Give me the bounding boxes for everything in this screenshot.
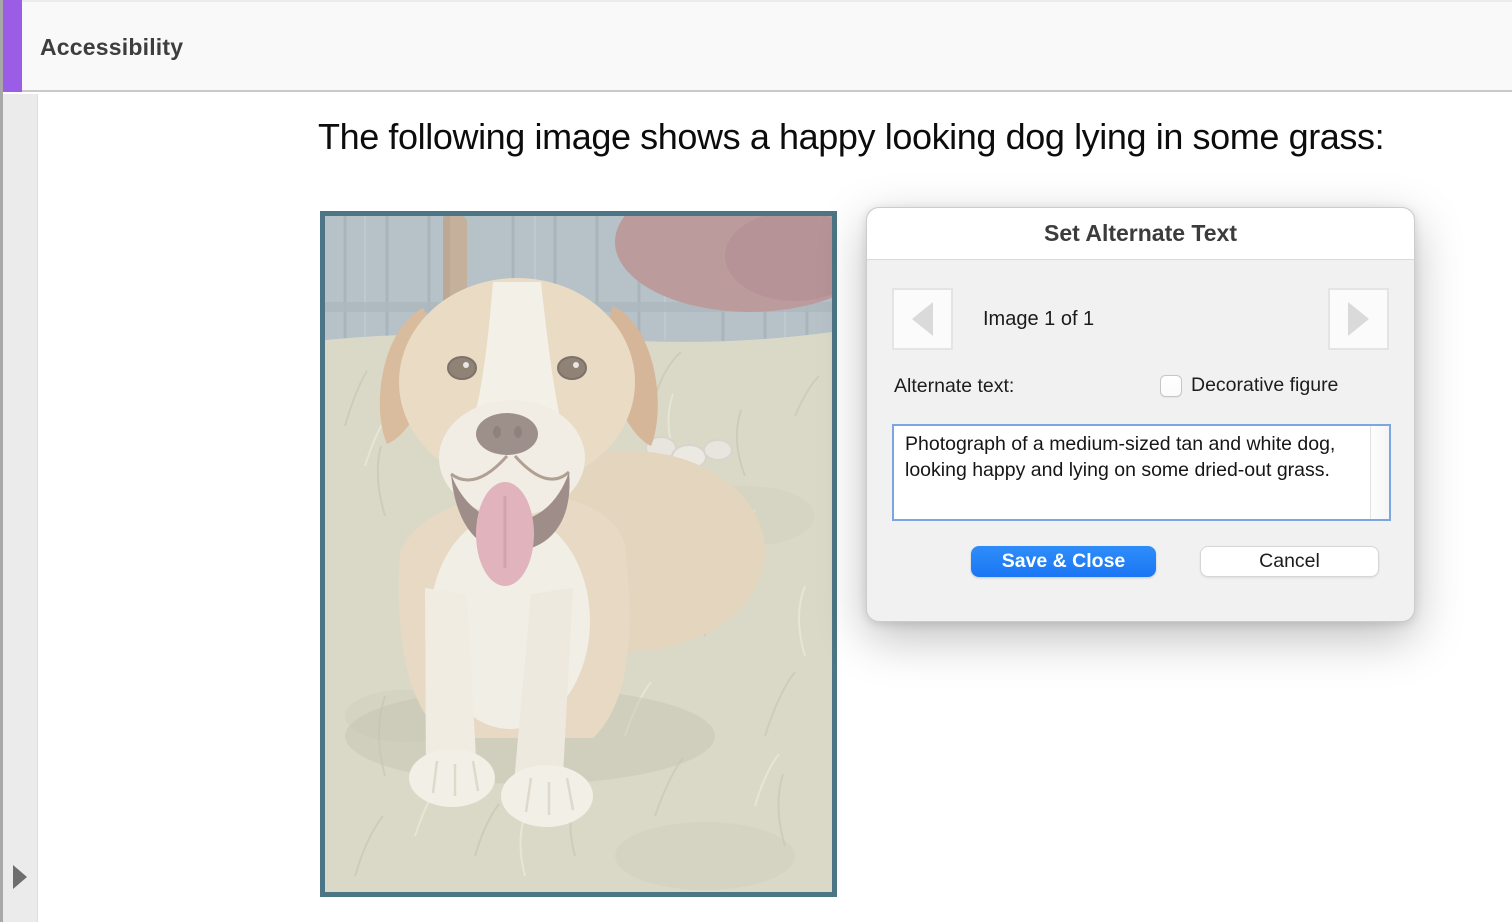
- cancel-button[interactable]: Cancel: [1200, 546, 1379, 577]
- alternate-text-label: Alternate text:: [894, 375, 1014, 398]
- expand-panel-icon[interactable]: [13, 865, 27, 889]
- app-window: Accessibility The following image shows …: [0, 0, 1512, 922]
- dialog-title: Set Alternate Text: [1044, 220, 1237, 247]
- header-bar: Accessibility: [0, 0, 1512, 92]
- document-heading: The following image shows a happy lookin…: [318, 116, 1384, 158]
- next-image-button[interactable]: [1328, 288, 1389, 350]
- set-alternate-text-dialog: Set Alternate Text Image 1 of 1 Alternat…: [866, 207, 1415, 622]
- next-image-icon: [1348, 302, 1369, 336]
- dog-photo-illustration: [325, 216, 832, 892]
- window-left-edge: [0, 0, 3, 922]
- textarea-scrollbar[interactable]: [1370, 426, 1389, 519]
- page-title: Accessibility: [40, 2, 183, 92]
- decorative-figure-group: Decorative figure: [1160, 374, 1338, 397]
- document-image-dog[interactable]: [320, 211, 837, 897]
- save-close-button[interactable]: Save & Close: [971, 546, 1156, 577]
- alternate-text-field-wrap: Photograph of a medium-sized tan and whi…: [892, 424, 1391, 521]
- alternate-text-input[interactable]: Photograph of a medium-sized tan and whi…: [894, 426, 1389, 519]
- decorative-figure-checkbox[interactable]: [1160, 375, 1182, 397]
- header-accent-bar: [3, 0, 22, 92]
- previous-image-button[interactable]: [892, 288, 953, 350]
- previous-image-icon: [912, 302, 933, 336]
- labels-row: Alternate text: Decorative figure: [867, 374, 1414, 400]
- decorative-figure-label: Decorative figure: [1191, 374, 1338, 397]
- dialog-titlebar: Set Alternate Text: [867, 208, 1414, 260]
- image-counter: Image 1 of 1: [983, 308, 1094, 331]
- side-panel-gutter: [0, 94, 38, 922]
- image-nav-row: Image 1 of 1: [892, 288, 1389, 350]
